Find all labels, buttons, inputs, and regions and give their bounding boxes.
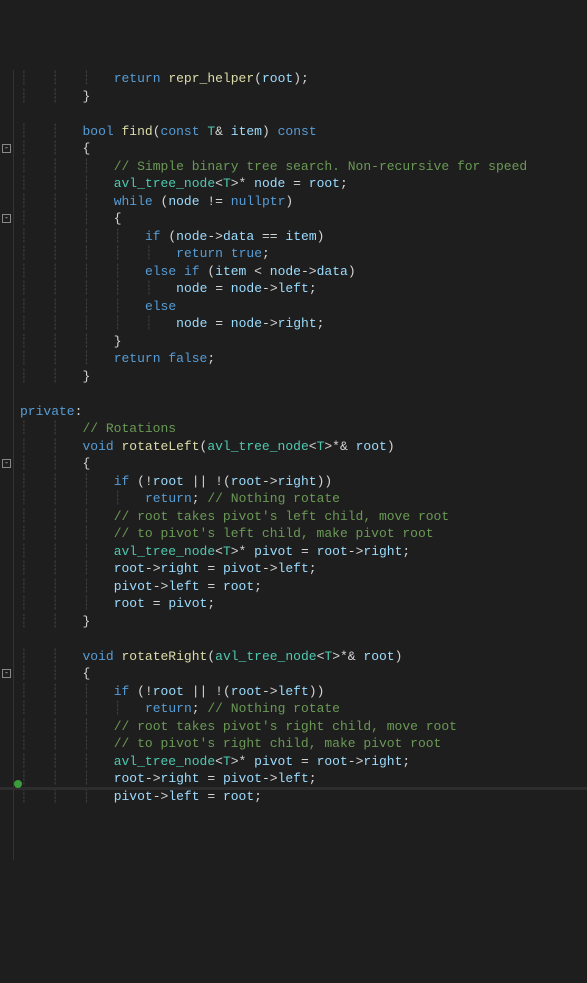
code-line[interactable]: ┊ ┊ ┊ { [20,210,587,228]
code-line[interactable]: ┊ ┊ // Rotations [20,420,587,438]
code-line[interactable]: ┊ ┊ ┊ root->right = pivot->left; [20,770,587,788]
code-line[interactable]: ┊ ┊ { [20,665,587,683]
code-line[interactable]: ┊ ┊ ┊ avl_tree_node<T>* node = root; [20,175,587,193]
code-line[interactable]: ┊ ┊ ┊ // to pivot's left child, make piv… [20,525,587,543]
code-line[interactable]: ┊ ┊ ┊ // root takes pivot's right child,… [20,718,587,736]
code-line[interactable]: ┊ ┊ ┊ if (!root || !(root->right)) [20,473,587,491]
fold-gutter[interactable]: - - - - [0,70,14,860]
code-line[interactable]: private: [20,403,587,421]
code-line[interactable] [20,385,587,403]
fold-toggle-icon[interactable]: - [2,144,11,153]
code-line[interactable]: ┊ ┊ void rotateRight(avl_tree_node<T>*& … [20,648,587,666]
code-line[interactable]: ┊ ┊ } [20,88,587,106]
code-line[interactable]: ┊ ┊ ┊ root->right = pivot->left; [20,560,587,578]
code-area[interactable]: ┊ ┊ ┊ return repr_helper(root);┊ ┊ }┊ ┊ … [14,70,587,860]
code-line[interactable]: ┊ ┊ ┊ // to pivot's right child, make pi… [20,735,587,753]
code-line[interactable]: ┊ ┊ ┊ // Simple binary tree search. Non-… [20,158,587,176]
code-line[interactable]: ┊ ┊ ┊ ┊ ┊ return true; [20,245,587,263]
code-line[interactable]: ┊ ┊ ┊ ┊ ┊ node = node->right; [20,315,587,333]
code-line[interactable]: ┊ ┊ ┊ ┊ return; // Nothing rotate [20,700,587,718]
code-line[interactable]: ┊ ┊ ┊ ┊ else if (item < node->data) [20,263,587,281]
fold-toggle-icon[interactable]: - [2,214,11,223]
status-indicator-icon [14,780,22,788]
code-line[interactable]: ┊ ┊ ┊ ┊ ┊ node = node->left; [20,280,587,298]
code-line[interactable]: ┊ ┊ ┊ // root takes pivot's left child, … [20,508,587,526]
code-line[interactable]: ┊ ┊ ┊ while (node != nullptr) [20,193,587,211]
code-line[interactable]: ┊ ┊ { [20,140,587,158]
code-line[interactable] [20,630,587,648]
code-line[interactable]: ┊ ┊ ┊ root = pivot; [20,595,587,613]
code-line[interactable]: ┊ ┊ ┊ ┊ return; // Nothing rotate [20,490,587,508]
code-line[interactable]: ┊ ┊ ┊ avl_tree_node<T>* pivot = root->ri… [20,543,587,561]
code-line[interactable]: ┊ ┊ ┊ } [20,333,587,351]
code-line[interactable] [20,105,587,123]
code-line[interactable]: ┊ ┊ ┊ pivot->left = root; [20,578,587,596]
code-line[interactable]: ┊ ┊ } [20,368,587,386]
code-line[interactable]: ┊ ┊ ┊ pivot->left = root; [20,788,587,806]
code-line[interactable]: ┊ ┊ ┊ if (!root || !(root->left)) [20,683,587,701]
code-line[interactable]: ┊ ┊ ┊ avl_tree_node<T>* pivot = root->ri… [20,753,587,771]
fold-toggle-icon[interactable]: - [2,669,11,678]
code-line[interactable]: ┊ ┊ ┊ ┊ else [20,298,587,316]
code-line[interactable]: ┊ ┊ ┊ ┊ if (node->data == item) [20,228,587,246]
code-line[interactable]: ┊ ┊ void rotateLeft(avl_tree_node<T>*& r… [20,438,587,456]
code-line[interactable]: ┊ ┊ ┊ return repr_helper(root); [20,70,587,88]
code-editor[interactable]: ---- ┊ ┊ ┊ return repr_helper(root);┊ ┊ … [0,70,587,860]
fold-toggle-icon[interactable]: - [2,459,11,468]
code-line[interactable]: ┊ ┊ ┊ return false; [20,350,587,368]
code-line[interactable]: ┊ ┊ bool find(const T& item) const [20,123,587,141]
code-line[interactable]: ┊ ┊ { [20,455,587,473]
code-line[interactable]: ┊ ┊ } [20,613,587,631]
